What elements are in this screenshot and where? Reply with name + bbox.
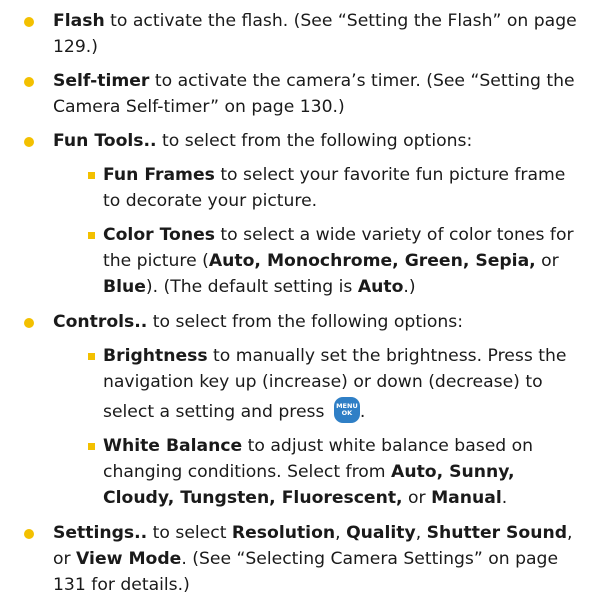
item-text: to select from the following options: bbox=[156, 131, 473, 151]
list-item-self-timer: Self-timer to activate the camera’s time… bbox=[24, 68, 584, 120]
item-text: or bbox=[535, 251, 559, 271]
list-item-settings: Settings.. to select Resolution, Quality… bbox=[24, 520, 584, 598]
default-setting: Auto bbox=[357, 277, 404, 297]
tone-options: Auto, Monochrome, Green, Sepia, bbox=[208, 251, 536, 271]
item-text: to select from the following options: bbox=[147, 312, 464, 332]
list-item-flash: Flash to activate the flash. (See “Setti… bbox=[24, 8, 584, 60]
bullet-icon bbox=[24, 137, 34, 147]
sub-item-color-tones: Color Tones to select a wide variety of … bbox=[88, 222, 588, 300]
item-text: ). (The default setting is bbox=[145, 277, 358, 297]
term-color-tones: Color Tones bbox=[103, 225, 215, 245]
term-settings: Settings.. bbox=[53, 523, 148, 543]
item-text: , bbox=[415, 523, 427, 543]
list-item-fun-tools: Fun Tools.. to select from the following… bbox=[24, 128, 584, 154]
sub-bullet-icon bbox=[88, 353, 95, 360]
option-quality: Quality bbox=[346, 523, 416, 543]
item-text: .) bbox=[403, 277, 416, 297]
option-resolution: Resolution bbox=[231, 523, 336, 543]
option-view-mode: View Mode bbox=[76, 549, 182, 569]
ok-label: OK bbox=[341, 409, 353, 417]
tone-option-blue: Blue bbox=[103, 277, 146, 297]
sub-item-brightness: Brightness to manually set the brightnes… bbox=[88, 343, 588, 425]
term-fun-tools: Fun Tools.. bbox=[53, 131, 157, 151]
sub-bullet-icon bbox=[88, 232, 95, 239]
item-text: to select bbox=[147, 523, 232, 543]
item-text: to activate the flash. (See “Setting the… bbox=[53, 11, 577, 57]
list-item-controls: Controls.. to select from the following … bbox=[24, 309, 584, 335]
bullet-icon bbox=[24, 17, 34, 27]
item-text: or bbox=[402, 488, 432, 508]
item-text: . bbox=[359, 402, 366, 422]
term-fun-frames: Fun Frames bbox=[103, 165, 215, 185]
item-text: select a setting and press bbox=[103, 402, 330, 422]
term-white-balance: White Balance bbox=[103, 436, 243, 456]
option-shutter-sound: Shutter Sound bbox=[426, 523, 568, 543]
bullet-icon bbox=[24, 77, 34, 87]
item-text: , bbox=[335, 523, 347, 543]
manual-page: Flash to activate the flash. (See “Setti… bbox=[0, 0, 595, 615]
bullet-icon bbox=[24, 318, 34, 328]
term-brightness: Brightness bbox=[103, 346, 208, 366]
term-controls: Controls.. bbox=[53, 312, 148, 332]
item-text: . bbox=[501, 488, 508, 508]
balance-option-manual: Manual bbox=[431, 488, 502, 508]
sub-bullet-icon bbox=[88, 443, 95, 450]
sub-item-fun-frames: Fun Frames to select your favorite fun p… bbox=[88, 162, 588, 214]
term-self-timer: Self-timer bbox=[53, 71, 150, 91]
sub-item-white-balance: White Balance to adjust white balance ba… bbox=[88, 433, 588, 511]
bullet-icon bbox=[24, 529, 34, 539]
term-flash: Flash bbox=[53, 11, 105, 31]
menu-ok-button-icon: MENU OK bbox=[333, 397, 360, 423]
sub-bullet-icon bbox=[88, 172, 95, 179]
